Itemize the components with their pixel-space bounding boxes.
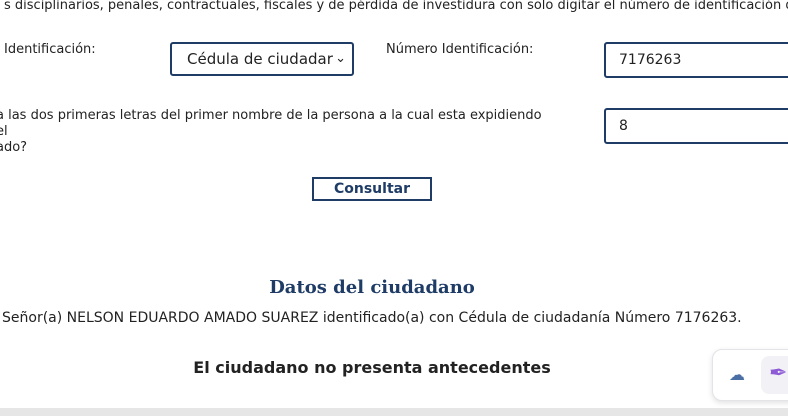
security-question-line2: ado? (0, 140, 28, 155)
result-heading: Datos del ciudadano (269, 277, 475, 298)
citizen-info: Señor(a) NELSON EDUARDO AMADO SUAREZ ide… (2, 310, 742, 326)
bottom-scroll-strip (0, 408, 788, 416)
id-type-select-value: Cédula de ciudadar (187, 50, 333, 68)
intro-text: s disciplinarios, penales, contractuales… (4, 0, 788, 13)
security-question: a las dos primeras letras del primer nom… (0, 108, 556, 156)
answer-input[interactable]: 8 (604, 108, 788, 144)
consultar-button[interactable]: Consultar (312, 177, 432, 201)
id-number-input[interactable]: 7176263 (604, 42, 788, 78)
id-number-label: Número Identificación: (386, 42, 534, 57)
id-number-value: 7176263 (619, 52, 682, 68)
no-records-message: El ciudadano no presenta antecedentes (193, 358, 551, 377)
id-type-label: Identificación: (4, 42, 96, 57)
chevron-down-icon: ⌄ (335, 51, 346, 66)
id-type-select[interactable]: Cédula de ciudadar ⌄ (170, 42, 354, 76)
security-question-line1: a las dos primeras letras del primer nom… (0, 108, 542, 139)
pen-icon: ✒ (769, 361, 788, 386)
cloud-icon[interactable]: ☁ (729, 365, 745, 384)
answer-value: 8 (619, 118, 628, 134)
floating-toolbar: ☁ ✒ (712, 349, 788, 401)
